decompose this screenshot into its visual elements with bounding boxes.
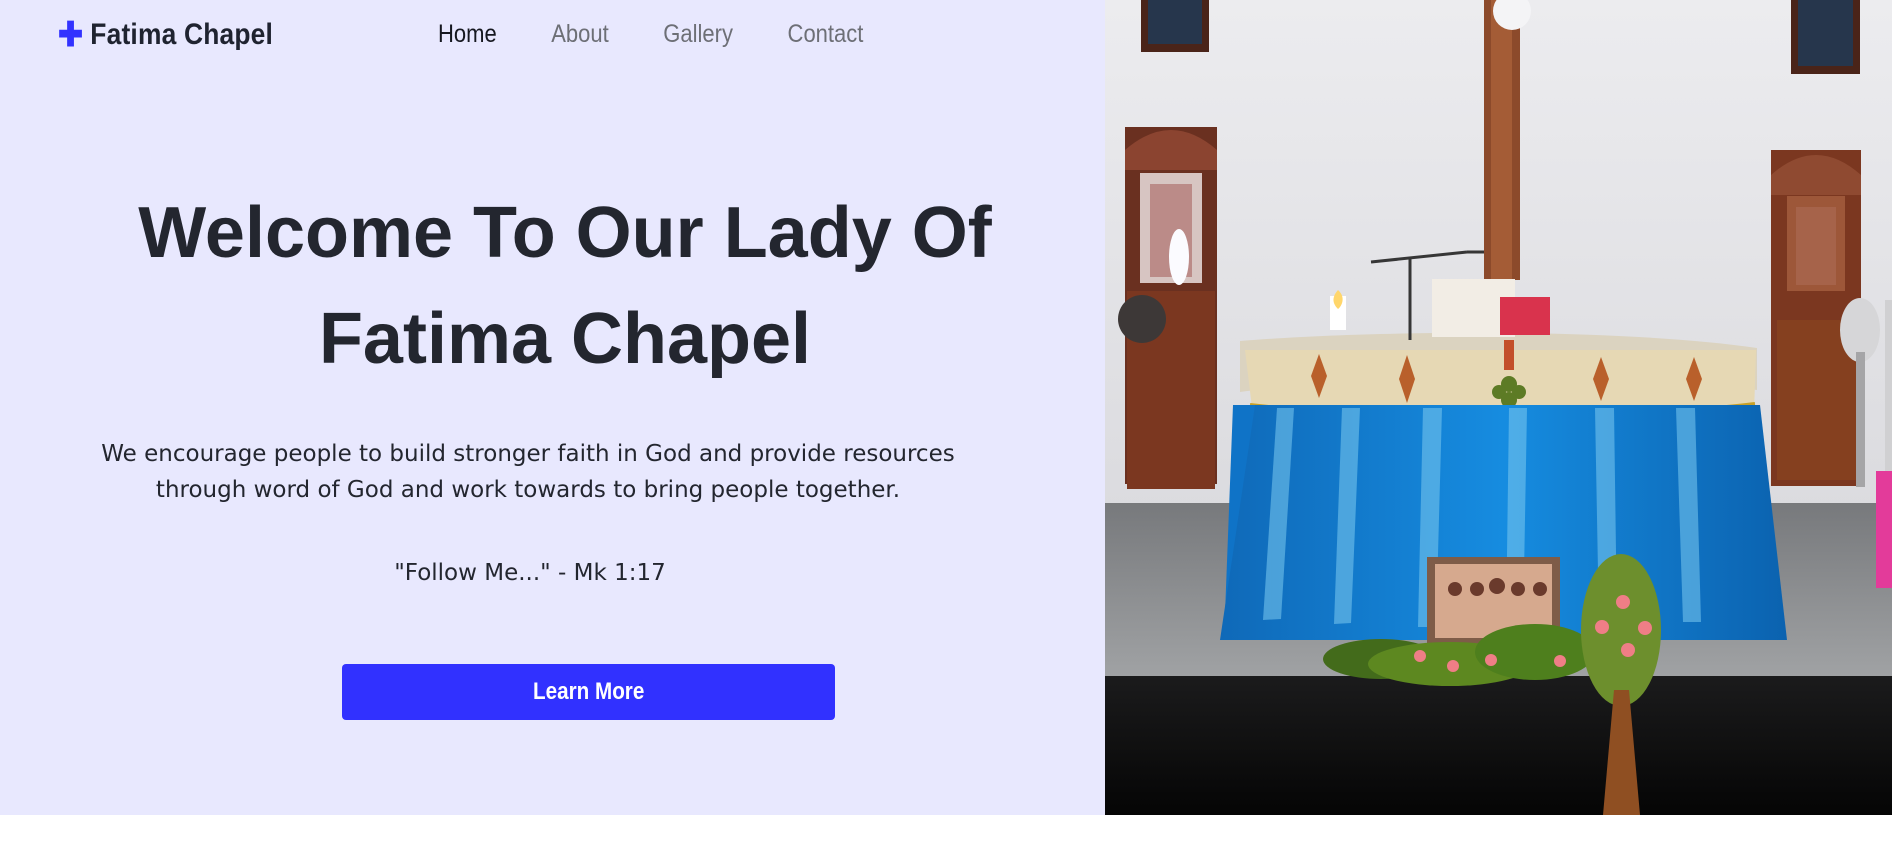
- chapel-altar-photo: [1105, 0, 1892, 815]
- nav-link-about[interactable]: About: [551, 22, 609, 47]
- landing-page: ✚ Fatima Chapel Home About Gallery Conta…: [0, 0, 1892, 862]
- hero-description-line-1: We encourage people to build stronger fa…: [101, 441, 955, 467]
- nav-link-contact[interactable]: Contact: [788, 22, 864, 47]
- altar-illustration: [1105, 0, 1892, 815]
- hero-title: Welcome To Our Lady Of Fatima Chapel: [40, 180, 1090, 392]
- bible-verse: "Follow Me..." - Mk 1:17: [394, 560, 666, 586]
- hero-title-line-1: Welcome To Our Lady Of: [138, 193, 992, 273]
- learn-more-label: Learn More: [532, 678, 645, 705]
- learn-more-button[interactable]: Learn More: [342, 664, 835, 720]
- plus-icon: ✚: [58, 16, 84, 54]
- hero-description: We encourage people to build stronger fa…: [95, 436, 961, 508]
- hero-section: ✚ Fatima Chapel Home About Gallery Conta…: [0, 0, 1105, 815]
- nav-link-home[interactable]: Home: [438, 22, 497, 47]
- main-navigation: Home About Gallery Contact: [438, 22, 863, 47]
- brand-name: Fatima Chapel: [90, 18, 274, 51]
- hero-description-line-2: through word of God and work towards to …: [155, 477, 901, 503]
- brand-link[interactable]: ✚ Fatima Chapel: [58, 18, 273, 52]
- hero-title-line-2: Fatima Chapel: [318, 299, 812, 379]
- nav-link-gallery[interactable]: Gallery: [663, 22, 733, 47]
